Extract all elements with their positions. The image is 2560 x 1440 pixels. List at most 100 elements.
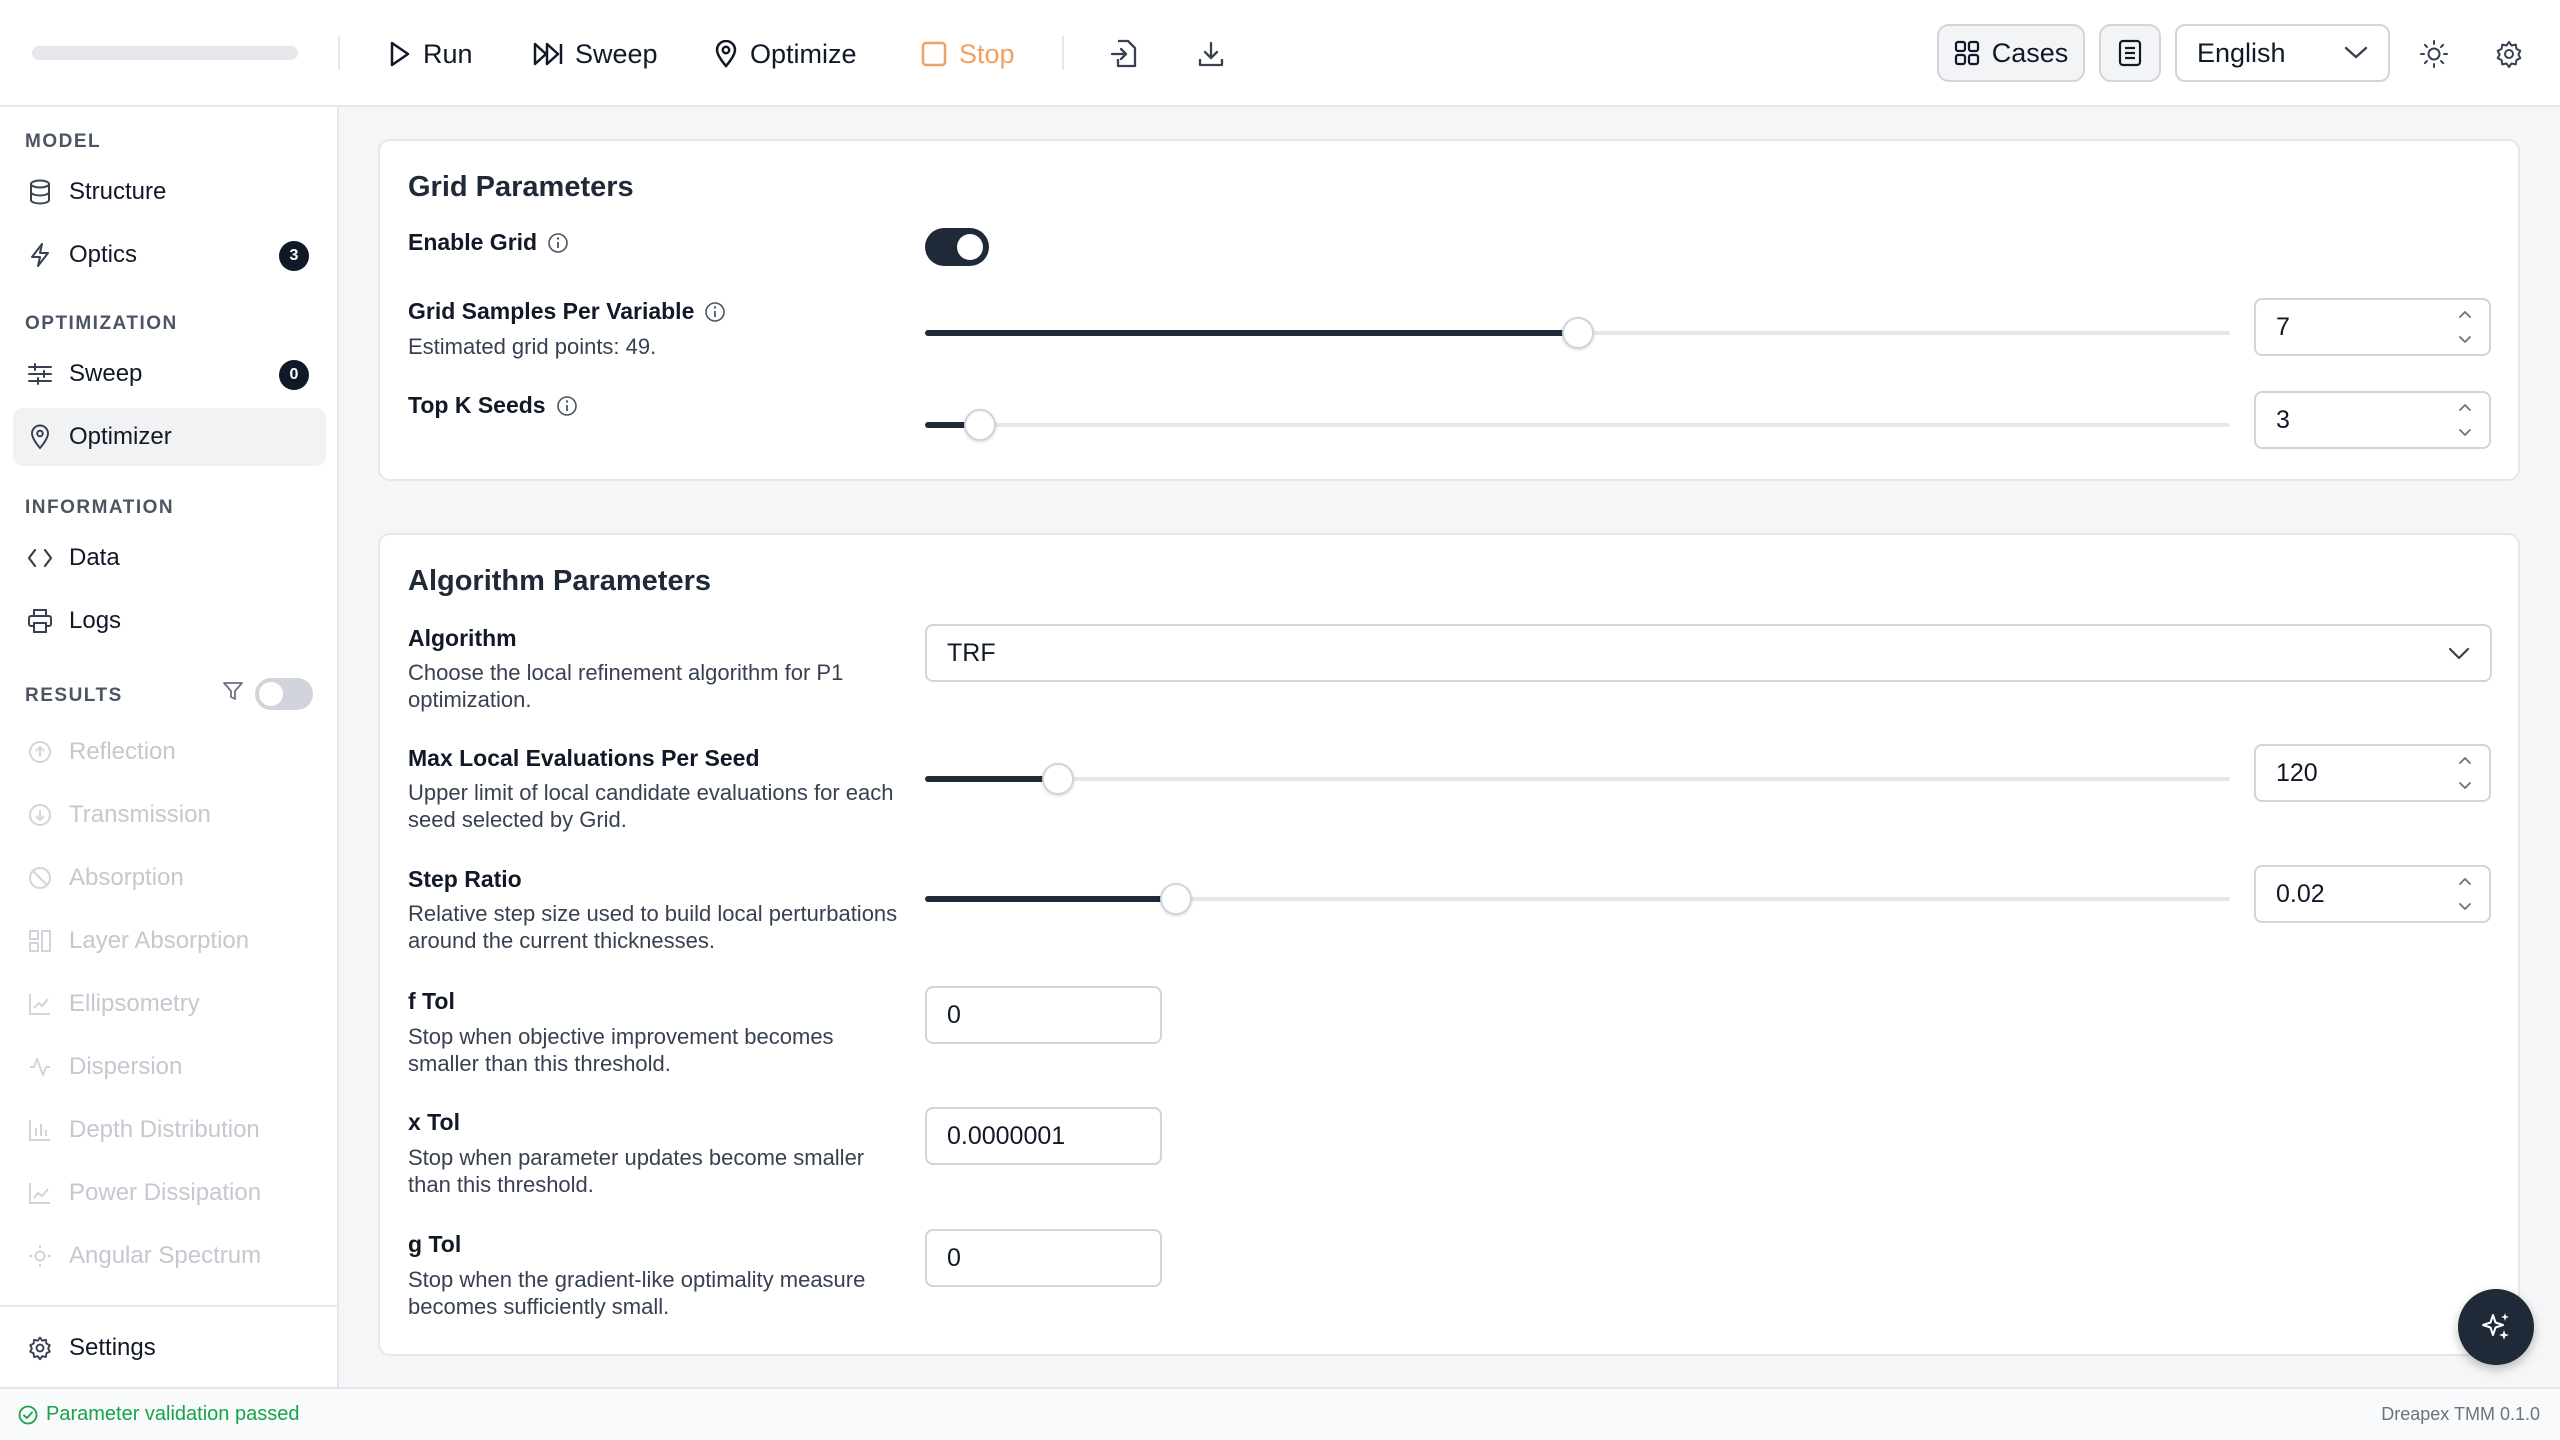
- stop-label: Stop: [959, 38, 1015, 69]
- ftol-label: f Tol: [408, 988, 455, 1014]
- stepper-icon[interactable]: [2457, 754, 2473, 792]
- cases-label: Cases: [1991, 37, 2069, 68]
- bar-chart-icon: [27, 1117, 53, 1143]
- slider-fill: [925, 776, 1059, 782]
- stepper-icon[interactable]: [2457, 308, 2473, 346]
- algo-card-title: Algorithm Parameters: [408, 565, 711, 597]
- top-k-seeds-label: Top K Seeds: [408, 392, 578, 419]
- sidebar-item-logs[interactable]: Logs: [13, 592, 326, 650]
- sidebar-item-data[interactable]: Data: [13, 529, 326, 587]
- step-ratio-input[interactable]: 0.02: [2254, 865, 2491, 923]
- sidebar-item-label: Logs: [69, 607, 122, 634]
- max-eval-slider[interactable]: [925, 761, 2230, 797]
- assistant-fab-button[interactable]: [2458, 1289, 2534, 1365]
- max-eval-input[interactable]: 120: [2254, 744, 2491, 802]
- layout-icon: [27, 928, 53, 954]
- slider-fill: [925, 896, 1176, 902]
- slider-thumb[interactable]: [1561, 317, 1594, 349]
- algorithm-description: Choose the local refinement algorithm fo…: [408, 660, 844, 712]
- top-k-slider[interactable]: [925, 407, 2230, 443]
- sidebar-item-transmission[interactable]: Transmission: [13, 786, 326, 844]
- info-icon[interactable]: [547, 232, 569, 254]
- step-ratio-slider[interactable]: [925, 881, 2230, 917]
- sidebar-item-structure[interactable]: Structure: [13, 163, 326, 221]
- sidebar-item-label: Absorption: [69, 864, 184, 891]
- xtol-input[interactable]: 0.0000001: [925, 1107, 1162, 1165]
- grid-card-title: Grid Parameters: [408, 171, 634, 203]
- slider-thumb[interactable]: [1159, 883, 1192, 915]
- arrow-down-circle-icon: [27, 802, 53, 828]
- sidebar-item-ellipsometry[interactable]: Ellipsometry: [13, 975, 326, 1033]
- stop-square-icon: [921, 41, 947, 67]
- validation-message: Parameter validation passed: [46, 1403, 300, 1425]
- cases-button[interactable]: Cases: [1937, 24, 2085, 82]
- status-bar: Parameter validation passed Dreapex TMM …: [0, 1387, 2560, 1440]
- gtol-input[interactable]: 0: [925, 1229, 1162, 1287]
- algorithm-select[interactable]: TRF: [925, 624, 2492, 682]
- map-pin-icon: [714, 40, 738, 68]
- results-filter-toggle[interactable]: [255, 678, 313, 710]
- sidebar-item-sweep[interactable]: Sweep 0: [13, 345, 326, 403]
- sidebar-item-layer-absorption[interactable]: Layer Absorption: [13, 912, 326, 970]
- top-k-value: 3: [2276, 405, 2290, 434]
- sweep-count-badge: 0: [279, 360, 309, 390]
- sidebar-item-power-dissipation[interactable]: Power Dissipation: [13, 1164, 326, 1222]
- algorithm-parameters-card: Algorithm Parameters Algorithm Choose th…: [378, 533, 2520, 1356]
- activity-icon: [27, 1054, 53, 1080]
- run-button[interactable]: Run: [389, 30, 473, 78]
- algorithm-value: TRF: [947, 638, 996, 667]
- section-optimization: OPTIMIZATION: [25, 313, 178, 334]
- sweep-button[interactable]: Sweep: [533, 30, 658, 78]
- sidebar-item-settings[interactable]: Settings: [13, 1319, 326, 1377]
- sidebar-item-label: Dispersion: [69, 1053, 183, 1080]
- optimize-label: Optimize: [750, 38, 857, 69]
- language-value: English: [2197, 37, 2286, 68]
- play-icon: [389, 41, 411, 67]
- validation-status: Parameter validation passed: [18, 1403, 299, 1426]
- slider-thumb[interactable]: [1042, 763, 1075, 795]
- run-label: Run: [423, 38, 473, 69]
- sun-icon: [27, 1243, 53, 1269]
- grid-icon: [1954, 40, 1980, 66]
- sidebar-item-label: Optimizer: [69, 423, 172, 450]
- info-icon[interactable]: [556, 395, 578, 417]
- slider-track: [925, 423, 2230, 427]
- toolbar-divider: [338, 36, 340, 70]
- info-icon[interactable]: [704, 301, 726, 323]
- stepper-icon[interactable]: [2457, 875, 2473, 913]
- download-button[interactable]: [1189, 32, 1233, 76]
- ftol-input[interactable]: 0: [925, 986, 1162, 1044]
- sparkles-icon: [2479, 1310, 2513, 1344]
- document-button[interactable]: [2099, 24, 2161, 82]
- grid-samples-slider[interactable]: [925, 315, 2230, 351]
- gtol-label: g Tol: [408, 1231, 462, 1257]
- sliders-icon: [27, 361, 53, 387]
- grid-samples-input[interactable]: 7: [2254, 298, 2491, 356]
- language-select[interactable]: English: [2175, 24, 2390, 82]
- ftol-value: 0: [947, 1000, 961, 1029]
- settings-gear-button[interactable]: [2487, 32, 2531, 76]
- xtol-value: 0.0000001: [947, 1121, 1066, 1150]
- optimize-button[interactable]: Optimize: [714, 30, 857, 78]
- sidebar-item-absorption[interactable]: Absorption: [13, 849, 326, 907]
- sidebar-item-optics[interactable]: Optics 3: [13, 226, 326, 284]
- printer-icon: [27, 608, 53, 634]
- slider-thumb[interactable]: [963, 409, 996, 441]
- sidebar-item-depth-distribution[interactable]: Depth Distribution: [13, 1101, 326, 1159]
- section-model: MODEL: [25, 131, 102, 152]
- sidebar-item-reflection[interactable]: Reflection: [13, 723, 326, 781]
- theme-toggle-button[interactable]: [2412, 32, 2456, 76]
- filter-icon[interactable]: [222, 680, 244, 702]
- stop-button[interactable]: Stop: [921, 30, 1015, 78]
- trend-icon: [27, 1180, 53, 1206]
- sidebar-item-angular-spectrum[interactable]: Angular Spectrum: [13, 1227, 326, 1285]
- slider-fill: [925, 330, 1578, 336]
- import-button[interactable]: [1102, 32, 1146, 76]
- sidebar-item-optimizer[interactable]: Optimizer: [13, 408, 326, 466]
- top-k-input[interactable]: 3: [2254, 391, 2491, 449]
- sidebar-item-dispersion[interactable]: Dispersion: [13, 1038, 326, 1096]
- optics-count-badge: 3: [279, 241, 309, 271]
- stepper-icon[interactable]: [2457, 401, 2473, 439]
- document-icon: [2118, 39, 2142, 67]
- enable-grid-toggle[interactable]: [925, 228, 989, 266]
